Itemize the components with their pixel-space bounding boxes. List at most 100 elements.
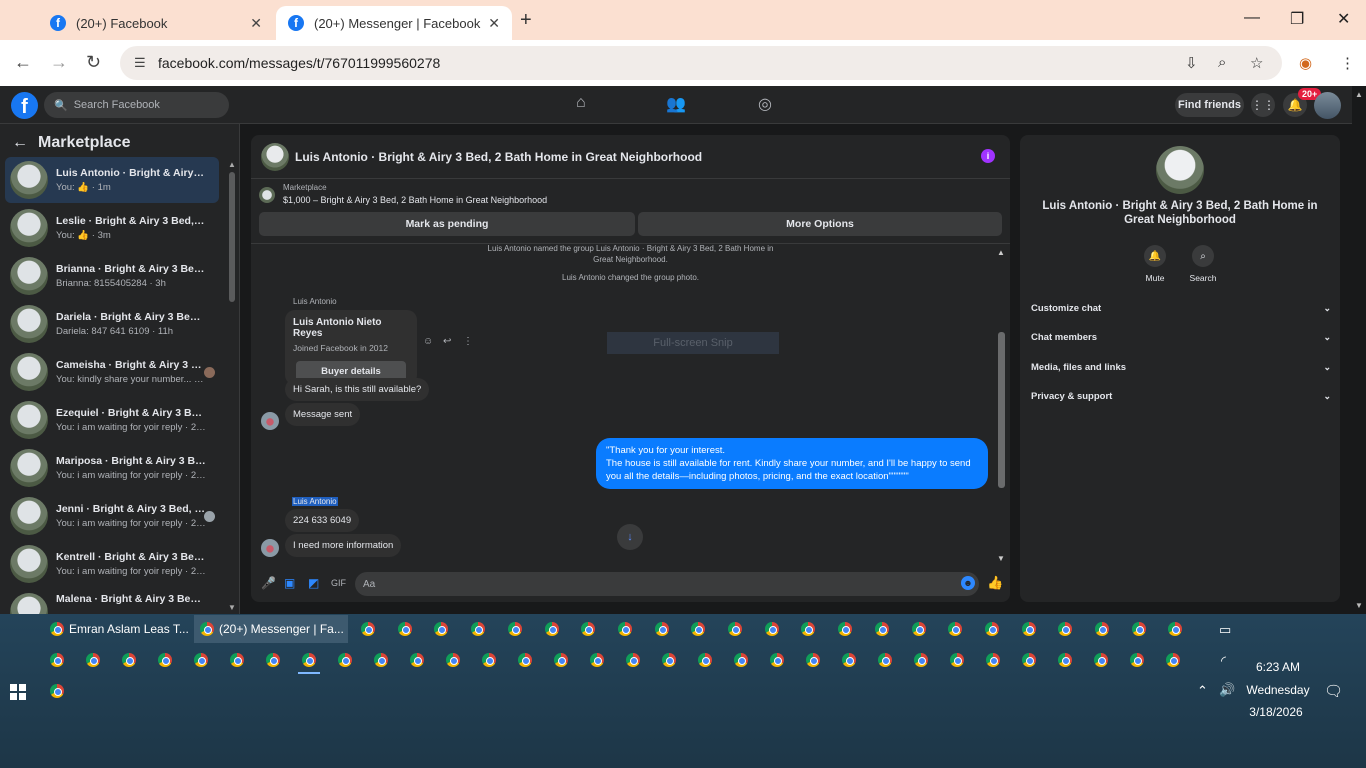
back-arrow-icon[interactable]: ← <box>12 134 28 152</box>
emoji-icon[interactable]: ☻ <box>961 576 975 590</box>
incoming-message[interactable]: Hi Sarah, is this still available? <box>285 378 430 401</box>
menu-kebab-icon[interactable]: ⋮ <box>1340 54 1355 72</box>
chrome-icon[interactable] <box>691 622 706 636</box>
chrome-icon[interactable] <box>617 622 632 636</box>
more-actions-icon[interactable]: ⋮ <box>463 336 473 347</box>
info-icon[interactable]: i <box>981 149 995 163</box>
message-input[interactable]: Aa <box>355 572 979 596</box>
conversation-item[interactable]: Mariposa · Bright & Airy 3 Bed, 2 Bath H… <box>5 445 219 491</box>
facebook-search-input[interactable]: 🔍 Search Facebook <box>44 92 229 118</box>
clock-time[interactable]: 6:23 AM <box>1248 660 1308 674</box>
microphone-icon[interactable]: 🎤 <box>261 576 276 590</box>
conversation-item[interactable]: Dariela · Bright & Airy 3 Bed, 2 Bath Ho… <box>5 301 219 347</box>
clock-date[interactable]: 3/18/2026 <box>1240 705 1312 719</box>
find-friends-button[interactable]: Find friends <box>1175 93 1244 117</box>
chrome-icon[interactable] <box>397 622 412 636</box>
chrome-icon[interactable] <box>554 653 568 667</box>
search-in-chat-button[interactable]: ⌕ Search <box>1183 245 1223 283</box>
volume-icon[interactable]: 🔊 <box>1219 682 1235 698</box>
chrome-icon[interactable] <box>626 653 640 667</box>
close-window-icon[interactable]: ✕ <box>1337 9 1350 29</box>
section-privacy-support[interactable]: Privacy & support ⌄ <box>1031 391 1331 402</box>
chrome-icon[interactable] <box>158 653 172 667</box>
chrome-icon[interactable] <box>581 622 596 636</box>
chrome-icon[interactable] <box>434 622 449 636</box>
reload-icon[interactable]: ↻ <box>86 52 101 73</box>
menu-grid-icon[interactable]: ⋮⋮ <box>1251 93 1275 117</box>
chrome-icon[interactable] <box>338 653 352 667</box>
chrome-icon[interactable] <box>838 622 853 636</box>
chrome-icon[interactable] <box>728 622 742 636</box>
outgoing-message[interactable]: "Thank you for your interest. The house … <box>596 438 988 489</box>
chrome-icon[interactable] <box>590 653 604 667</box>
react-emoji-icon[interactable]: ☺ <box>423 336 433 347</box>
chrome-icon[interactable] <box>518 653 532 667</box>
chrome-icon[interactable] <box>374 653 388 667</box>
chrome-icon[interactable] <box>1058 653 1072 667</box>
scrollbar-thumb[interactable] <box>229 172 235 302</box>
chrome-icon[interactable] <box>654 622 669 636</box>
conversation-item[interactable]: Leslie · Bright & Airy 3 Bed, 2 Bath Hom… <box>5 205 219 251</box>
chrome-icon[interactable] <box>911 622 926 636</box>
chrome-icon[interactable] <box>1166 653 1180 667</box>
chat-title[interactable]: Luis Antonio · Bright & Airy 3 Bed, 2 Ba… <box>295 150 702 164</box>
section-customize-chat[interactable]: Customize chat ⌄ <box>1031 303 1331 314</box>
groups-icon[interactable]: ◎ <box>758 94 772 114</box>
clock-day[interactable]: Wednesday <box>1236 683 1320 697</box>
sticker-icon[interactable]: ◩ <box>308 576 319 590</box>
minimize-icon[interactable]: — <box>1244 9 1260 27</box>
chrome-icon[interactable] <box>734 653 748 667</box>
account-avatar[interactable] <box>1314 92 1341 119</box>
chrome-icon[interactable] <box>801 622 816 636</box>
mark-as-pending-button[interactable]: Mark as pending <box>259 212 635 236</box>
mute-button[interactable]: 🔔 Mute <box>1135 245 1175 283</box>
scroll-down-icon[interactable]: ▼ <box>228 603 236 612</box>
section-chat-members[interactable]: Chat members ⌄ <box>1031 332 1331 343</box>
conversation-item[interactable]: Malena · Bright & Airy 3 Bed, 2 Bath Hom… <box>5 589 219 614</box>
sender-avatar[interactable] <box>261 412 279 430</box>
chrome-icon[interactable] <box>122 653 136 667</box>
chrome-icon[interactable] <box>1094 653 1108 667</box>
chrome-icon[interactable] <box>1021 622 1036 636</box>
chrome-icon[interactable] <box>50 653 64 667</box>
chrome-icon[interactable] <box>1058 622 1073 636</box>
friends-icon[interactable]: 👥 <box>666 94 686 114</box>
chrome-icon[interactable] <box>471 622 486 636</box>
chrome-icon[interactable] <box>806 653 820 667</box>
section-media-files-links[interactable]: Media, files and links ⌄ <box>1031 362 1331 373</box>
action-center-icon[interactable]: 🗨 <box>1324 682 1343 700</box>
bookmark-star-icon[interactable]: ☆ <box>1250 54 1263 72</box>
chat-scrollbar[interactable]: ▲ ▼ <box>996 244 1008 567</box>
chrome-icon[interactable] <box>1130 653 1144 667</box>
restore-icon[interactable]: ❐ <box>1290 9 1304 29</box>
conversation-item[interactable]: Jenni · Bright & Airy 3 Bed, 2 Bath Home… <box>5 493 219 539</box>
chat-photo[interactable] <box>1156 146 1204 194</box>
like-thumbs-up-icon[interactable]: 👍 <box>987 575 1003 591</box>
chrome-icon[interactable] <box>950 653 964 667</box>
chrome-icon[interactable] <box>948 622 963 636</box>
scroll-down-icon[interactable]: ▼ <box>1355 601 1363 610</box>
new-tab-icon[interactable]: + <box>520 9 532 32</box>
sidebar-scrollbar[interactable]: ▲ ▼ <box>228 160 236 614</box>
chrome-icon[interactable] <box>878 653 892 667</box>
wifi-icon[interactable]: ◜ <box>1221 653 1226 669</box>
chrome-icon[interactable] <box>1095 622 1109 636</box>
forward-icon[interactable]: → <box>50 52 68 73</box>
chrome-icon[interactable] <box>86 653 100 667</box>
incoming-message[interactable]: 224 633 6049 <box>285 509 360 532</box>
chrome-icon[interactable] <box>842 653 856 667</box>
gif-icon[interactable]: GIF <box>331 578 346 588</box>
zoom-icon[interactable]: ⌕ <box>1218 54 1226 71</box>
install-app-icon[interactable]: ⇩ <box>1185 54 1198 72</box>
omnibox[interactable]: ☰ facebook.com/messages/t/76701199956027… <box>120 46 1282 80</box>
chrome-icon[interactable] <box>770 653 784 667</box>
taskbar-app-chrome-window[interactable]: Emran Aslam Leas T... <box>44 615 190 643</box>
more-options-button[interactable]: More Options <box>638 212 1002 236</box>
incoming-message[interactable]: Message sent <box>285 403 361 426</box>
sender-avatar[interactable] <box>261 539 279 557</box>
chrome-icon[interactable] <box>194 653 208 667</box>
conversation-item[interactable]: Cameisha · Bright & Airy 3 Bed, 2 Bath H… <box>5 349 219 395</box>
incoming-message[interactable]: I need more information <box>285 534 402 557</box>
chrome-icon[interactable] <box>1131 622 1146 636</box>
chrome-icon[interactable] <box>914 653 928 667</box>
